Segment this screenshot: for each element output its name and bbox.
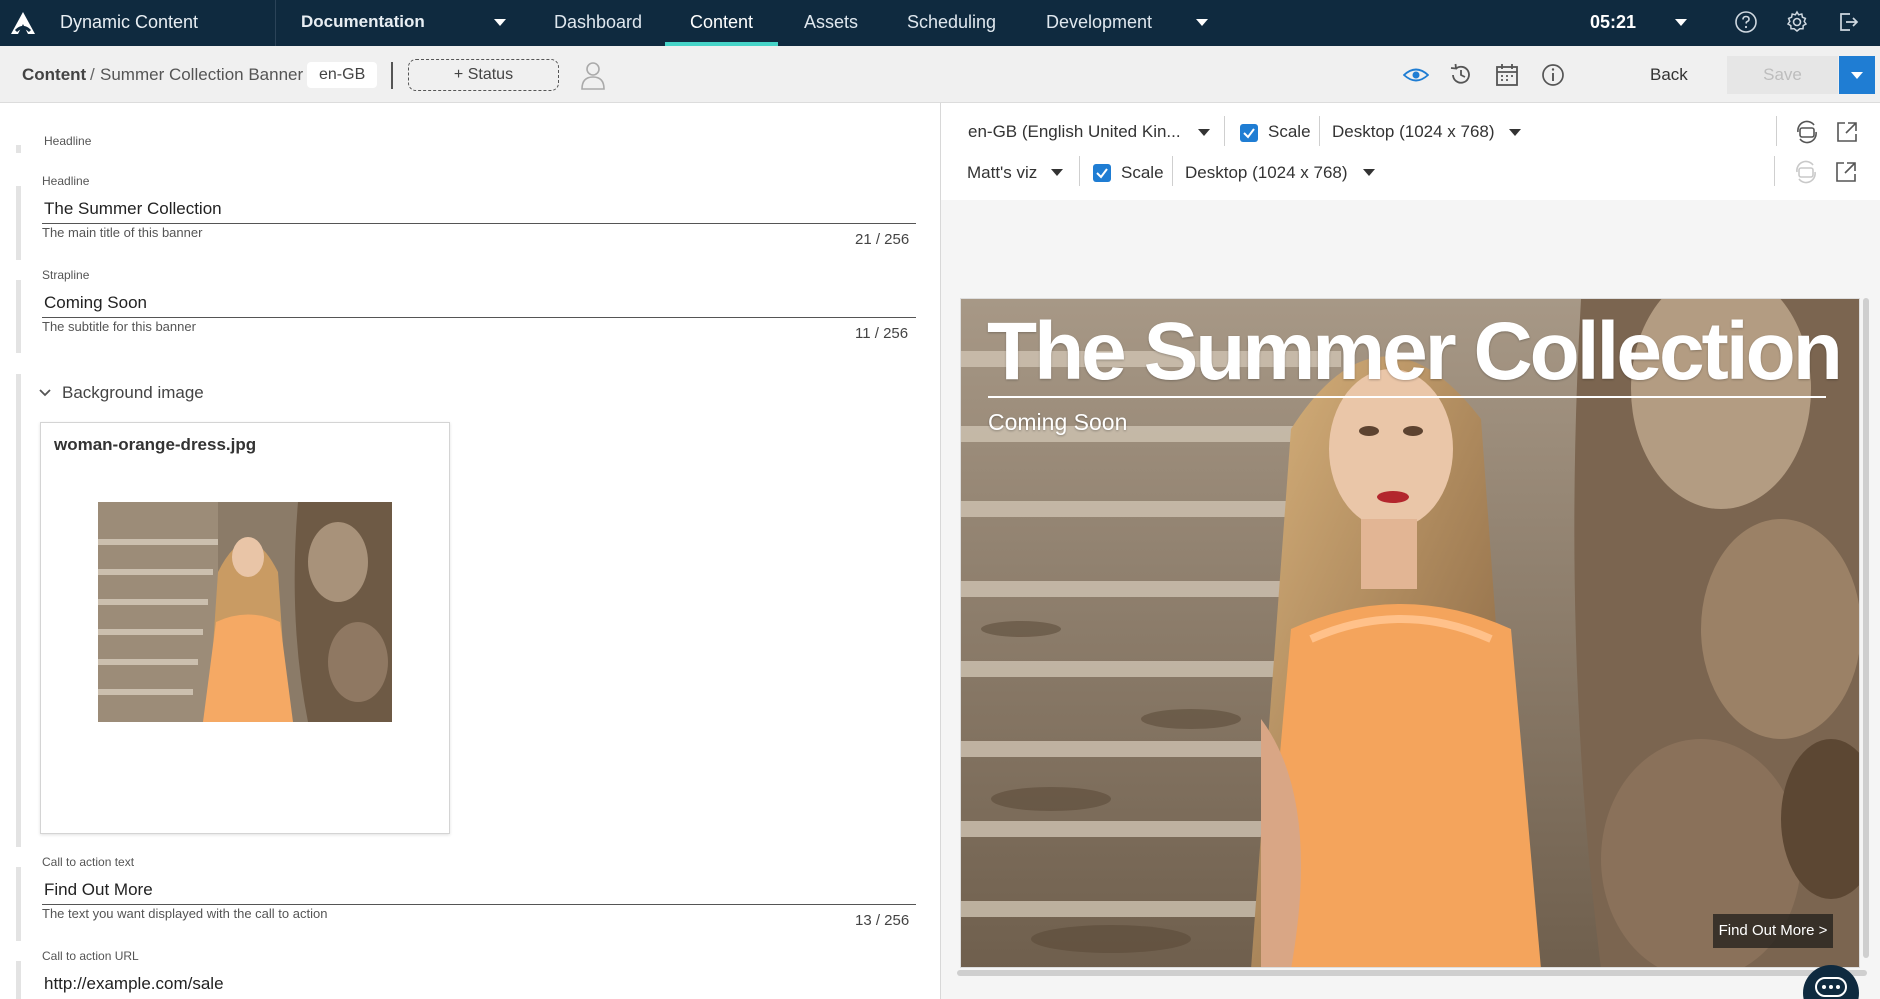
preview-vertical-scrollbar[interactable] [1863,298,1869,958]
tab-dashboard[interactable]: Dashboard [554,12,642,33]
assign-user-icon[interactable] [580,60,606,90]
clock-dropdown-chevron-icon[interactable] [1675,19,1687,26]
toolbar-separator [1079,156,1080,186]
scale-label: Scale [1121,163,1164,182]
background-image-section-title[interactable]: Background image [62,383,204,403]
tab-development[interactable]: Development [1046,12,1152,33]
headline-input[interactable]: The Summer Collection [44,199,222,219]
cta-text-char-count: 13 / 256 [855,912,910,929]
help-icon[interactable] [1734,10,1758,34]
nav-divider [275,0,276,46]
toolbar-separator [1319,116,1320,146]
device-select[interactable]: Desktop (1024 x 768) [1332,122,1495,142]
hub-dropdown-chevron-icon[interactable] [494,19,506,26]
headline-help-text: The main title of this banner [42,225,203,240]
open-in-new-window-icon[interactable] [1833,159,1859,185]
tab-assets[interactable]: Assets [804,12,858,33]
preview-horizontal-scrollbar[interactable] [957,970,1867,976]
locale-badge[interactable]: en-GB [307,62,378,88]
strapline-label: Strapline [42,268,90,282]
visualization-chevron-down-icon[interactable] [1051,169,1063,176]
development-dropdown-chevron-icon[interactable] [1196,19,1208,26]
field-gutter [16,186,21,260]
scale-checkbox[interactable] [1240,124,1258,142]
section-gutter [16,374,21,847]
cta-url-label: Call to action URL [42,949,139,963]
preview-eye-icon[interactable] [1403,62,1429,88]
tab-scheduling[interactable]: Scheduling [907,12,996,33]
toolbar-separator [1774,156,1775,186]
strapline-underline [42,317,916,318]
banner-title: The Summer Collection [987,306,1843,397]
banner-subtitle: Coming Soon [988,409,1128,435]
cta-text-label: Call to action text [42,855,135,869]
breadcrumb-content[interactable]: Content [22,65,86,85]
content-form: Headline Headline The Summer Collection … [0,103,940,999]
cta-url-input[interactable]: http://example.com/sale [44,974,224,994]
hub-selector[interactable]: Documentation [301,12,425,32]
back-button[interactable]: Back [1650,65,1688,85]
collapse-chevron-icon[interactable] [38,386,52,400]
history-icon[interactable] [1448,62,1474,88]
preview-toolbar: en-GB (English United Kin... Scale Deskt… [941,103,1880,200]
group-label: Headline [44,134,92,148]
locale-chevron-down-icon[interactable] [1198,129,1210,136]
clock: 05:21 [1590,12,1637,32]
chat-bubble-icon [1815,977,1847,997]
save-button[interactable]: Save [1727,56,1838,94]
device-chevron-down-icon[interactable] [1509,129,1521,136]
section-gutter [16,145,21,153]
strapline-input[interactable]: Coming Soon [44,293,147,313]
device-chevron-down-icon[interactable] [1363,169,1375,176]
headline-underline [42,223,916,224]
top-navigation-bar: Dynamic Content Documentation Dashboard … [0,0,1880,46]
toolbar-separator [1776,116,1777,146]
sync-icon[interactable] [1793,159,1819,185]
banner-background-image [961,299,1859,967]
field-gutter [16,961,21,999]
logout-icon[interactable] [1836,10,1860,34]
preview-locale-select[interactable]: en-GB (English United Kin... [968,122,1181,142]
device-select[interactable]: Desktop (1024 x 768) [1185,163,1348,183]
scale-checkbox[interactable] [1093,164,1111,182]
headline-char-count: 21 / 256 [855,231,910,248]
toolbar-divider [391,62,393,89]
visualization-select[interactable]: Matt's viz [967,163,1037,183]
strapline-help-text: The subtitle for this banner [42,319,196,334]
save-options-button[interactable] [1839,56,1875,94]
banner-cta-button[interactable]: Find Out More > [1713,914,1833,948]
add-status-button[interactable]: + Status [408,59,559,91]
breadcrumb-separator: / [90,65,95,84]
tab-content[interactable]: Content [690,12,753,33]
open-in-new-window-icon[interactable] [1834,119,1860,145]
image-filename: woman-orange-dress.jpg [54,435,257,454]
strapline-char-count: 11 / 256 [855,325,909,342]
amplience-logo-icon[interactable] [10,10,36,36]
headline-label: Headline [42,174,90,188]
gear-icon[interactable] [1785,10,1809,34]
cta-text-underline [42,904,916,905]
scale-label: Scale [1268,122,1311,141]
cta-text-input[interactable]: Find Out More [44,880,153,900]
field-gutter [16,280,21,353]
toolbar-separator [1172,156,1173,186]
content-toolbar: Content / Summer Collection Banner en-GB… [0,46,1880,103]
visualization-panel: en-GB (English United Kin... Scale Deskt… [940,103,1880,999]
field-gutter [16,867,21,941]
save-options-chevron-icon [1851,72,1863,79]
calendar-icon[interactable] [1494,62,1520,88]
toolbar-separator [1224,116,1225,146]
banner-title-divider [988,396,1826,398]
info-icon[interactable] [1540,62,1566,88]
image-thumbnail[interactable] [98,502,392,722]
app-title: Dynamic Content [60,12,199,32]
breadcrumb-current-item: Summer Collection Banner [100,65,304,84]
image-asset-card[interactable]: woman-orange-dress.jpg [40,422,450,834]
sync-icon[interactable] [1794,119,1820,145]
cta-text-help-text: The text you want displayed with the cal… [42,906,328,921]
banner-preview: The Summer Collection Coming Soon Find O… [960,298,1860,968]
